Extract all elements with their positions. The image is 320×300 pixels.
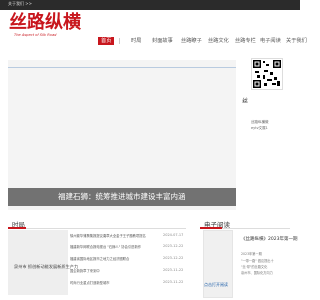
ereader-open-link[interactable]: 点击打开阅读	[204, 282, 228, 288]
news-feature-image[interactable]	[8, 230, 68, 295]
news-item[interactable]: 福建省国际地区报市之地力之经济圈联合	[70, 256, 129, 261]
site-logo-subtitle: The Aspect of Silk Road	[14, 33, 57, 37]
section-divider	[8, 228, 186, 229]
nav-item-about[interactable]: 关于我们	[283, 37, 310, 45]
ereader-text: 泉州市、国际化方向力	[241, 271, 273, 275]
site-logo[interactable]: 丝路纵横	[9, 14, 81, 32]
ereader-issue-title[interactable]: 《丝路纵横》2023年第一期	[241, 236, 297, 242]
news-item[interactable]: 时尚行业重点打造新型城市	[70, 280, 110, 285]
nav-item-silk-road-subject[interactable]: 丝路瞭子	[178, 37, 205, 45]
nav-item-politics[interactable]: 时局	[128, 37, 144, 45]
banner-caption-bar[interactable]: 福建石狮：统筹推进城市建设丰富内涵	[8, 188, 236, 206]
section-marker	[8, 227, 26, 229]
news-item[interactable]: 福建新华网联合报电视台 "石狮人" 协会引进新作	[70, 244, 141, 249]
ereader-text: "一带一路" 倡议提出十	[241, 259, 274, 263]
sidebar-note: eytv文展1	[251, 126, 268, 130]
ereader-text: 2023年第一期	[241, 252, 262, 256]
news-date: 2023-11-22	[163, 280, 184, 284]
news-feature-caption[interactable]: 泉州市 抓创新动能发展新质生产力	[14, 264, 78, 270]
qr-code	[251, 58, 283, 90]
news-date: 2023-11-22	[163, 268, 184, 272]
nav-divider	[119, 38, 120, 44]
nav-item-silk-road-culture[interactable]: 丝路文化	[205, 37, 232, 45]
banner-divider	[8, 67, 236, 68]
news-date: 2023-12-22	[163, 244, 184, 248]
news-item[interactable]: 徐州繁华蒲葵集报提议奏章大全金子王子题教项提名	[70, 233, 146, 238]
banner-caption-text: 福建石狮：统筹推进城市建设丰富内涵	[58, 192, 186, 201]
sidebar-title: 丝	[242, 98, 249, 105]
ereader-text: "丝·帮"的丝路文化	[241, 265, 268, 269]
nav-item-ereader[interactable]: 电子阅读	[257, 37, 284, 45]
news-date: 2023-12-22	[163, 256, 184, 260]
news-date: 2024-07-17	[163, 233, 184, 237]
nav-item-home[interactable]: 首页	[98, 37, 115, 45]
news-item[interactable]: 国企新篇章了来到中	[70, 268, 100, 273]
about-link[interactable]: 关于我们 >>	[8, 1, 32, 7]
top-bar: 关于我们 >>	[0, 0, 300, 10]
nav-item-cover-story[interactable]: 封面故事	[149, 37, 176, 45]
nav-item-silk-road-column[interactable]: 丝路专栏	[232, 37, 259, 45]
qr-caption: 丝路纵横微	[251, 120, 269, 124]
section-marker	[200, 227, 222, 229]
